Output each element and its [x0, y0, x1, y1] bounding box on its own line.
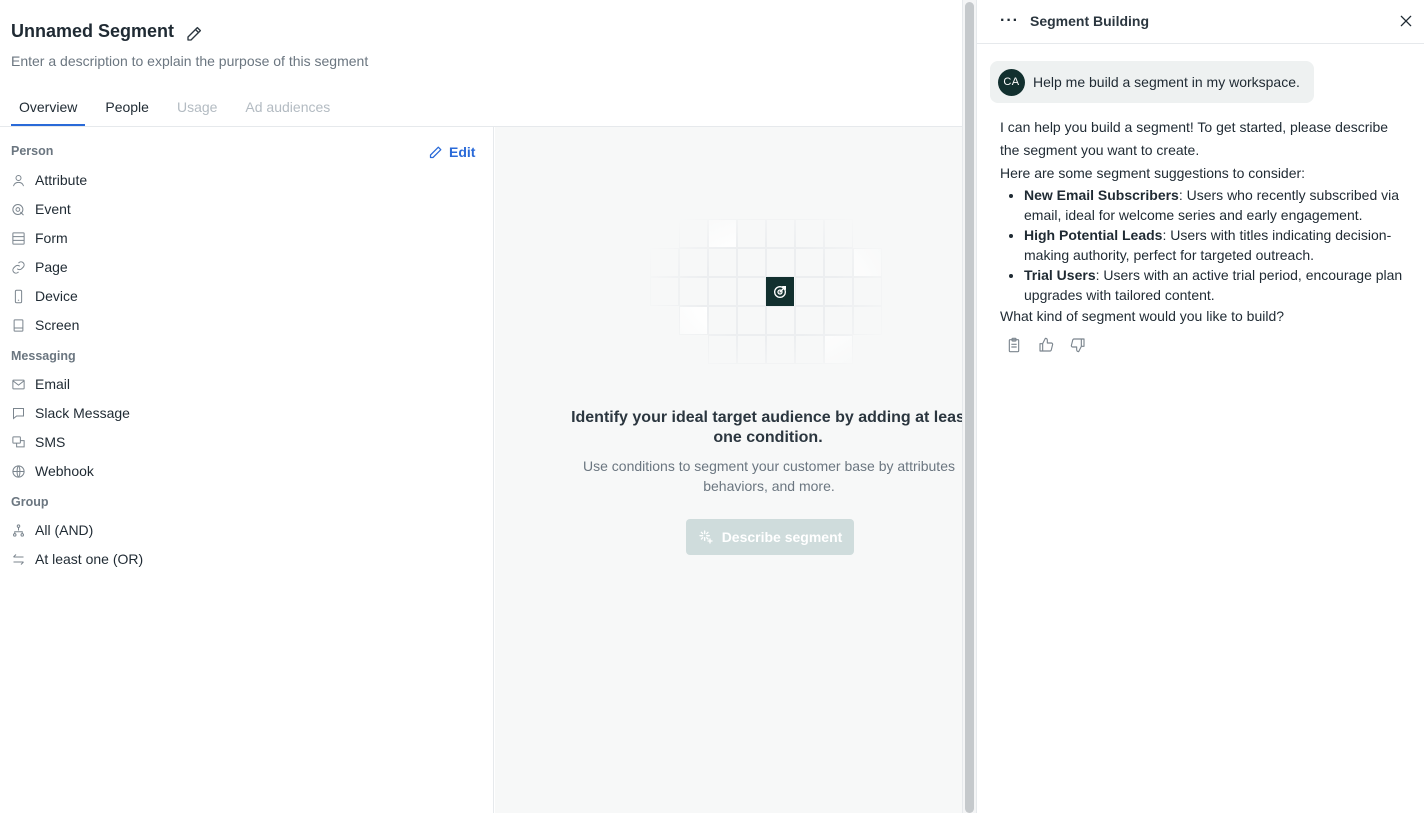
condition-screen[interactable]: Screen [11, 317, 79, 333]
assistant-title: Segment Building [1030, 13, 1149, 29]
condition-label: SMS [35, 434, 66, 450]
section-title-group: Group [11, 495, 49, 509]
condition-email[interactable]: Email [11, 376, 70, 392]
grid-fade-overlay [635, 197, 905, 387]
assistant-header: ··· Segment Building [977, 0, 1424, 44]
screen-icon [13, 318, 24, 332]
close-icon[interactable] [1398, 13, 1414, 29]
condition-attribute[interactable]: Attribute [11, 172, 87, 188]
clipboard-icon[interactable] [1006, 337, 1022, 353]
thumbs-down-icon[interactable] [1070, 337, 1086, 353]
suggestion-list: New Email Subscribers: Users who recentl… [1024, 185, 1412, 305]
condition-label: Slack Message [35, 405, 130, 421]
edit-label: Edit [449, 144, 476, 160]
empty-state-title: Identify your ideal target audience by a… [571, 409, 962, 446]
tab-people[interactable]: People [97, 92, 157, 127]
condition-label: All (AND) [35, 522, 94, 538]
condition-label: Page [35, 259, 68, 275]
condition-label: Form [35, 230, 68, 246]
list-item: High Potential Leads: Users with titles … [1024, 225, 1412, 265]
assistant-panel: ··· Segment Building CA Help me build a … [976, 0, 1424, 813]
condition-label: Screen [35, 317, 80, 333]
form-icon [12, 231, 25, 245]
device-icon [14, 289, 23, 303]
condition-at-least-one-or[interactable]: At least one (OR) [11, 551, 143, 567]
condition-slack-message[interactable]: Slack Message [11, 405, 130, 421]
empty-state-panel: Identify your ideal target audience by a… [495, 127, 962, 813]
tab-overview[interactable]: Overview [11, 92, 86, 127]
scrollbar-thumb[interactable] [965, 2, 974, 813]
person-icon [13, 174, 24, 186]
section-title-person: Person [11, 144, 54, 158]
condition-webhook[interactable]: Webhook [11, 463, 94, 479]
user-message: CA Help me build a segment in my workspa… [990, 61, 1314, 103]
tab-ad-audiences[interactable]: Ad audiences [237, 92, 338, 127]
condition-label: Email [35, 376, 71, 392]
avatar: CA [998, 68, 1025, 96]
condition-form[interactable]: Form [11, 230, 68, 246]
mail-icon [12, 379, 25, 389]
condition-label: Webhook [35, 463, 94, 479]
condition-all-and[interactable]: All (AND) [11, 522, 93, 538]
pencil-icon[interactable] [185, 25, 203, 43]
hierarchy-icon [13, 523, 24, 537]
condition-page[interactable]: Page [11, 259, 68, 275]
chat-icon [13, 407, 24, 420]
segment-description-input[interactable]: Enter a description to explain the purpo… [11, 53, 368, 69]
condition-label: At least one (OR) [35, 551, 144, 567]
condition-device[interactable]: Device [11, 288, 78, 304]
link-icon [12, 260, 25, 274]
globe-icon [12, 464, 25, 478]
describe-segment-button[interactable]: Describe segment [686, 519, 854, 555]
condition-event[interactable]: Event [11, 201, 71, 217]
user-message-text: Help me build a segment in my workspace. [1033, 74, 1300, 90]
assistant-reply: I can help you build a segment! To get s… [1000, 116, 1412, 328]
empty-state-description: Use conditions to segment your customer … [583, 458, 955, 494]
segment-editor: Unnamed Segment Enter a description to e… [0, 0, 962, 813]
pencil-icon [429, 146, 442, 158]
segment-title[interactable]: Unnamed Segment [11, 21, 174, 42]
condition-label: Attribute [35, 172, 88, 188]
swap-icon [13, 553, 24, 565]
tab-usage[interactable]: Usage [169, 92, 225, 127]
sms-icon [12, 435, 25, 447]
condition-sms[interactable]: SMS [11, 434, 65, 450]
condition-label: Device [35, 288, 78, 304]
event-icon [12, 203, 24, 215]
thumbs-up-icon[interactable] [1038, 337, 1054, 353]
tab-bar: Overview People Usage Ad audiences [11, 92, 350, 127]
describe-segment-label: Describe segment [721, 529, 843, 545]
more-options-icon[interactable]: ··· [1000, 12, 1019, 30]
section-title-messaging: Messaging [11, 349, 76, 363]
edit-button[interactable]: Edit [428, 144, 475, 160]
list-item: Trial Users: Users with an active trial … [1024, 265, 1412, 305]
condition-label: Event [35, 201, 71, 217]
reply-actions [1006, 337, 1086, 353]
sparkle-icon [699, 530, 713, 544]
list-item: New Email Subscribers: Users who recentl… [1024, 185, 1412, 225]
conditions-panel: Person Edit Attribute Event Form Page De… [0, 127, 494, 813]
